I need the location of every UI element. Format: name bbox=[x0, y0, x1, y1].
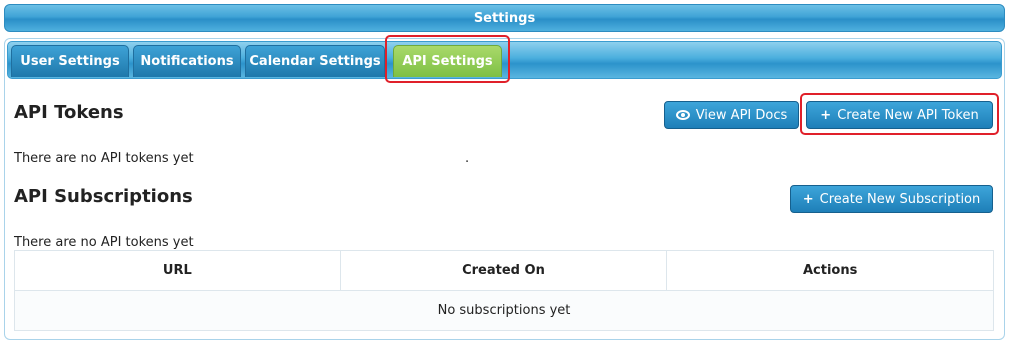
subscriptions-table: URL Created On Actions No subscriptions … bbox=[14, 250, 994, 331]
plus-icon: + bbox=[820, 107, 832, 123]
tab-api-settings[interactable]: API Settings bbox=[393, 45, 502, 77]
tab-user-settings[interactable]: User Settings bbox=[11, 45, 129, 77]
tab-label: Notifications bbox=[140, 54, 234, 69]
create-new-subscription-button[interactable]: + Create New Subscription bbox=[790, 185, 993, 213]
window-title: Settings bbox=[473, 10, 536, 26]
empty-subscriptions-message: No subscriptions yet bbox=[14, 290, 994, 331]
table-header-row: URL Created On Actions bbox=[14, 250, 994, 291]
stray-dot: . bbox=[465, 151, 470, 166]
view-api-docs-label: View API Docs bbox=[695, 107, 788, 123]
view-api-docs-button[interactable]: View API Docs bbox=[664, 101, 799, 129]
api-subscriptions-heading: API Subscriptions bbox=[14, 186, 193, 207]
tab-notifications[interactable]: Notifications bbox=[133, 45, 241, 77]
tab-label: API Settings bbox=[402, 54, 493, 69]
column-header-url: URL bbox=[14, 250, 341, 291]
plus-icon: + bbox=[802, 191, 814, 207]
tab-calendar-settings[interactable]: Calendar Settings bbox=[245, 45, 385, 77]
column-header-created-on: Created On bbox=[339, 250, 668, 291]
column-header-actions: Actions bbox=[666, 250, 994, 291]
tab-label: User Settings bbox=[20, 54, 120, 69]
api-tokens-empty-text: There are no API tokens yet bbox=[14, 151, 194, 166]
create-new-api-token-button[interactable]: + Create New API Token bbox=[806, 101, 993, 129]
settings-panel: User Settings Notifications Calendar Set… bbox=[4, 35, 1005, 340]
table-row: No subscriptions yet bbox=[14, 290, 994, 331]
tab-label: Calendar Settings bbox=[249, 54, 381, 69]
create-new-api-token-label: Create New API Token bbox=[837, 107, 979, 123]
api-tokens-heading: API Tokens bbox=[14, 102, 124, 123]
eye-icon bbox=[675, 110, 690, 120]
api-subscriptions-empty-text: There are no API tokens yet bbox=[14, 235, 194, 250]
settings-title-bar: Settings bbox=[4, 4, 1005, 32]
create-new-subscription-label: Create New Subscription bbox=[819, 191, 981, 207]
